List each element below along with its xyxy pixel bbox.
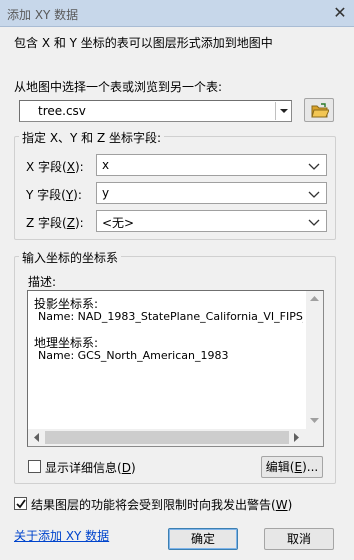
y-field-value: y: [102, 186, 110, 200]
title-bar: 添加 XY 数据 ✕: [0, 0, 354, 27]
checkmark-icon: [16, 499, 26, 509]
warn-checkbox[interactable]: [14, 497, 27, 510]
y-field-label: Y 字段(Y):: [26, 188, 82, 202]
z-field-combo[interactable]: <无>: [96, 210, 327, 232]
scroll-up-icon[interactable]: [310, 295, 319, 301]
about-link[interactable]: 关于添加 XY 数据: [14, 527, 109, 544]
scroll-right-icon[interactable]: [294, 433, 300, 442]
x-field-value: x: [102, 158, 110, 172]
table-select-value: tree.csv: [38, 104, 86, 118]
description-label: 描述:: [28, 275, 57, 289]
crs-description-box[interactable]: 投影坐标系: Name: NAD_1983_StatePlane_Califor…: [27, 290, 324, 447]
scroll-down-icon[interactable]: [310, 418, 319, 424]
z-field-value: <无>: [102, 216, 135, 230]
cancel-button[interactable]: 取消: [264, 528, 334, 550]
ok-button[interactable]: 确定: [168, 528, 238, 550]
fields-group-label: 指定 X、Y 和 Z 坐标字段:: [19, 129, 165, 146]
scroll-corner: [306, 429, 323, 446]
z-field-label: Z 字段(Z):: [26, 216, 84, 230]
open-folder-icon: [311, 103, 329, 118]
edit-button[interactable]: 编辑(E)...: [261, 456, 323, 478]
projected-name: Name: NAD_1983_StatePlane_California_VI_…: [38, 310, 303, 323]
chevron-down-icon[interactable]: [306, 213, 322, 231]
y-field-combo[interactable]: y: [96, 182, 327, 204]
chevron-down-icon[interactable]: [306, 185, 322, 203]
horizontal-scrollbar[interactable]: [28, 429, 306, 446]
scroll-left-icon[interactable]: [33, 433, 39, 442]
chevron-down-icon[interactable]: [306, 157, 322, 175]
horizontal-scroll-thumb[interactable]: [45, 431, 289, 444]
vertical-scrollbar[interactable]: [306, 291, 323, 429]
x-field-label: X 字段(X):: [26, 160, 84, 174]
chevron-down-icon[interactable]: [275, 102, 291, 120]
show-details-label[interactable]: 显示详细信息(D): [45, 459, 136, 476]
browse-folder-button[interactable]: [304, 98, 334, 122]
intro-text: 包含 X 和 Y 坐标的表可以图层形式添加到地图中: [14, 36, 273, 50]
geographic-name: Name: GCS_North_American_1983: [38, 349, 229, 362]
close-icon[interactable]: ✕: [329, 3, 351, 23]
crs-group-label: 输入坐标的坐标系: [19, 249, 122, 266]
x-field-combo[interactable]: x: [96, 154, 327, 176]
show-details-checkbox[interactable]: [28, 460, 41, 473]
warn-checkbox-label[interactable]: 结果图层的功能将会受到限制时向我发出警告(W): [31, 496, 292, 513]
table-select-label: 从地图中选择一个表或浏览到另一个表:: [14, 80, 223, 94]
window-title: 添加 XY 数据: [7, 8, 79, 22]
table-select-combo[interactable]: tree.csv: [19, 100, 292, 122]
